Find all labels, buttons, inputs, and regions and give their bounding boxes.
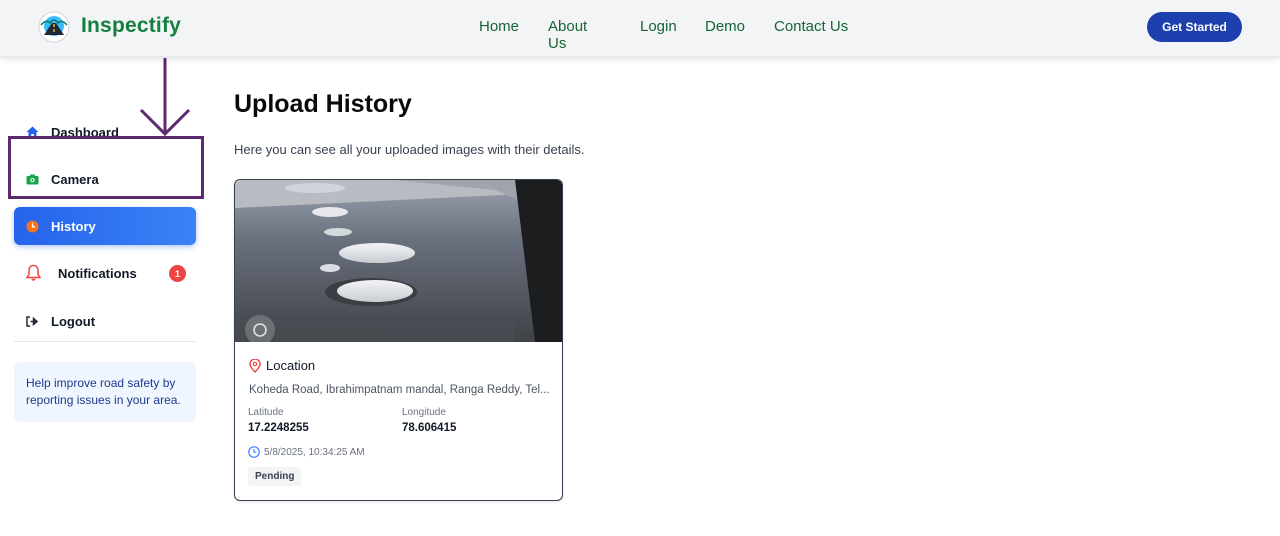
- latitude-label: Latitude: [248, 407, 284, 418]
- notification-count-badge: 1: [169, 265, 186, 282]
- clock-icon: [248, 446, 260, 458]
- annotation-highlight-box: [8, 136, 204, 199]
- sidebar-item-history[interactable]: History: [14, 207, 196, 245]
- map-pin-icon: [249, 358, 261, 373]
- page-subtitle: Here you can see all your uploaded image…: [234, 142, 585, 157]
- timestamp-row: 5/8/2025, 10:34:25 AM: [248, 446, 365, 458]
- address-text: Koheda Road, Ibrahimpatnam mandal, Ranga…: [249, 384, 550, 396]
- status-badge: Pending: [248, 467, 302, 486]
- get-started-button[interactable]: Get Started: [1147, 12, 1242, 42]
- top-navbar: Inspectify Home About Us Login Demo Cont…: [0, 0, 1280, 57]
- pothole-photo[interactable]: [235, 180, 563, 342]
- sidebar-item-logout[interactable]: Logout: [14, 302, 196, 340]
- sidebar-item-label: History: [51, 218, 96, 234]
- annotation-arrow-icon: [139, 58, 191, 137]
- road-logo-icon[interactable]: [38, 11, 70, 43]
- nav-about-link[interactable]: About Us: [548, 18, 587, 52]
- bell-icon: [24, 264, 42, 282]
- nav-login-link[interactable]: Login: [640, 18, 677, 35]
- sidebar-item-label: Logout: [51, 313, 96, 329]
- logout-icon: [23, 312, 41, 330]
- help-callout: Help improve road safety by reporting is…: [14, 362, 196, 422]
- longitude-label: Longitude: [402, 407, 446, 418]
- page-title: Upload History: [234, 90, 412, 118]
- nav-home-link[interactable]: Home: [479, 18, 519, 35]
- upload-timestamp: 5/8/2025, 10:34:25 AM: [264, 446, 365, 458]
- nav-demo-link[interactable]: Demo: [705, 18, 745, 35]
- sidebar-item-notifications[interactable]: Notifications 1: [14, 254, 196, 292]
- sidebar-divider: [14, 341, 196, 342]
- clock-icon: [23, 217, 41, 235]
- longitude-value: 78.606415: [402, 422, 457, 434]
- brand-name[interactable]: Inspectify: [81, 14, 181, 38]
- sidebar-item-label: Notifications: [58, 265, 137, 281]
- nav-contact-link[interactable]: Contact Us: [774, 18, 848, 35]
- latitude-value: 17.2248255: [248, 422, 309, 434]
- location-heading: Location: [249, 358, 315, 373]
- location-label: Location: [266, 358, 316, 373]
